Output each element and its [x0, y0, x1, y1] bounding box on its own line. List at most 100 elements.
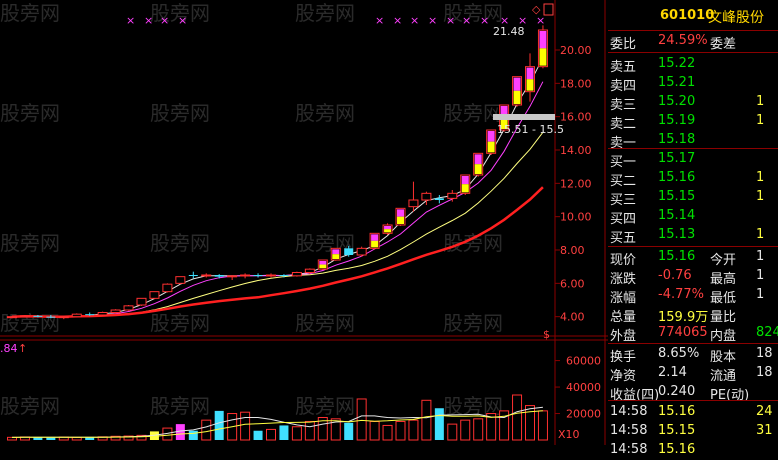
watermark-text: 股旁网	[0, 394, 60, 418]
signal-fill	[332, 249, 340, 255]
signal-mark-icon: ×	[480, 14, 489, 27]
watermark-text: 股旁网	[150, 394, 210, 418]
stat-label: 量比	[710, 310, 737, 325]
signal-fill	[487, 131, 495, 142]
candle-body	[201, 274, 212, 277]
divider	[608, 148, 778, 149]
divider	[608, 246, 778, 247]
buy-price: 15.16	[658, 170, 696, 185]
signal-mark-icon: ×	[178, 14, 187, 27]
sell-price: 15.19	[658, 113, 696, 128]
tick-row: 14:58 15.16	[608, 441, 778, 460]
sell-row: 卖五 15.22	[608, 55, 778, 75]
candle-body	[214, 275, 224, 277]
sell-row: 卖四 15.21	[608, 74, 778, 94]
buy-row: 买二 15.16 1	[608, 169, 778, 189]
volume-bar	[266, 428, 276, 441]
watermark-text: 股旁网	[150, 101, 210, 125]
stat-row: 涨幅 -4.77% 最低 1	[608, 286, 778, 306]
signal-mark-icon: ×	[446, 14, 455, 27]
vol-unit-label: X10	[558, 428, 580, 441]
tick-price: 15.15	[658, 423, 696, 438]
weicha-label: 委差	[710, 37, 737, 52]
signal-fill	[526, 67, 534, 80]
tick-row: 14:58 15.16 24	[608, 403, 778, 422]
volume-bar	[46, 437, 56, 440]
signal-fill	[319, 261, 327, 265]
volume-bar	[253, 430, 263, 440]
volume-bar	[434, 408, 444, 440]
buy-label: 买三	[610, 193, 637, 208]
high-price-label: 21.48	[493, 25, 525, 38]
candle-body	[304, 268, 315, 273]
candle-body	[291, 272, 302, 277]
candle-body	[188, 275, 198, 276]
buy-row: 买三 15.15 1	[608, 188, 778, 208]
buy-price: 15.13	[658, 227, 696, 242]
signal-mark-icon: ×	[393, 14, 402, 27]
stat-label: 最高	[710, 272, 737, 287]
signal-fill	[461, 176, 469, 185]
stock-code: 601010	[660, 8, 715, 23]
price-tick-label: 12.00	[560, 177, 592, 190]
buy-price: 15.14	[658, 208, 696, 223]
buy-price: 15.15	[658, 189, 696, 204]
sell-label: 卖二	[610, 117, 637, 132]
stat-value: 1	[756, 268, 765, 283]
stat-value: 774065	[658, 325, 708, 340]
volume-bar	[71, 436, 82, 441]
signal-mark-icon: ×	[428, 14, 437, 27]
fin-row: 换手 8.65% 股本 18	[608, 345, 778, 365]
candle-body	[19, 315, 30, 318]
candle-body	[240, 274, 251, 277]
divider	[608, 400, 778, 401]
buy-row: 买五 15.13 1	[608, 226, 778, 246]
stat-row: 总量 159.9万 量比	[608, 305, 778, 325]
stat-label: 涨跌	[610, 272, 637, 287]
stat-label: 外盘	[610, 329, 637, 344]
fin-label: 换手	[610, 350, 637, 365]
candle-body	[421, 192, 432, 201]
candle-body	[136, 297, 147, 306]
volume-bar	[512, 394, 523, 441]
signal-fill	[384, 226, 392, 230]
watermark-text: 股旁网	[150, 311, 210, 335]
stat-row: 涨跌 -0.76 最高 1	[608, 267, 778, 287]
volume-bar	[291, 426, 302, 441]
candle-body	[33, 315, 43, 317]
vol-tick-label: 40000	[566, 381, 601, 394]
sell-label: 卖四	[610, 79, 637, 94]
sell-price: 15.21	[658, 75, 696, 90]
candle-body	[344, 248, 354, 255]
volume-bar	[201, 419, 212, 441]
candle-body	[227, 275, 238, 278]
price-tick-label: 18.00	[560, 77, 592, 90]
signal-mark-icon: ×	[144, 14, 153, 27]
watermark-text: 股旁网	[0, 231, 60, 255]
signal-fill	[397, 209, 404, 217]
s-mark: $	[543, 328, 550, 341]
watermark-text: 股旁网	[295, 101, 355, 125]
weibi-value: 24.59%	[658, 33, 708, 48]
fin-row: 净资 2.14 流通 18	[608, 364, 778, 384]
signal-fill	[384, 229, 392, 233]
fin-value: 18	[756, 365, 773, 380]
candle-body	[253, 275, 263, 276]
price-tick-label: 16.00	[560, 111, 592, 124]
stat-value: 15.16	[658, 249, 696, 264]
signal-fill	[487, 141, 495, 153]
signal-fill	[332, 254, 340, 259]
sell-price: 15.22	[658, 56, 696, 71]
signal-fill	[371, 234, 379, 241]
tick-time: 14:58	[610, 423, 648, 438]
buy-label: 买一	[610, 155, 637, 170]
candle-body	[46, 316, 56, 318]
tick-volume: 24	[756, 404, 773, 419]
signal-fill	[319, 264, 327, 269]
kline-chart[interactable]: 20.00 18.00 16.00 14.00 12.00 10.00 8.00 6.00 4.…	[0, 0, 608, 445]
volume-bar	[344, 422, 354, 440]
sell-price: 15.20	[658, 94, 696, 109]
candle-body	[71, 313, 82, 318]
sell-label: 卖三	[610, 98, 637, 113]
tick-time: 14:58	[610, 404, 648, 419]
